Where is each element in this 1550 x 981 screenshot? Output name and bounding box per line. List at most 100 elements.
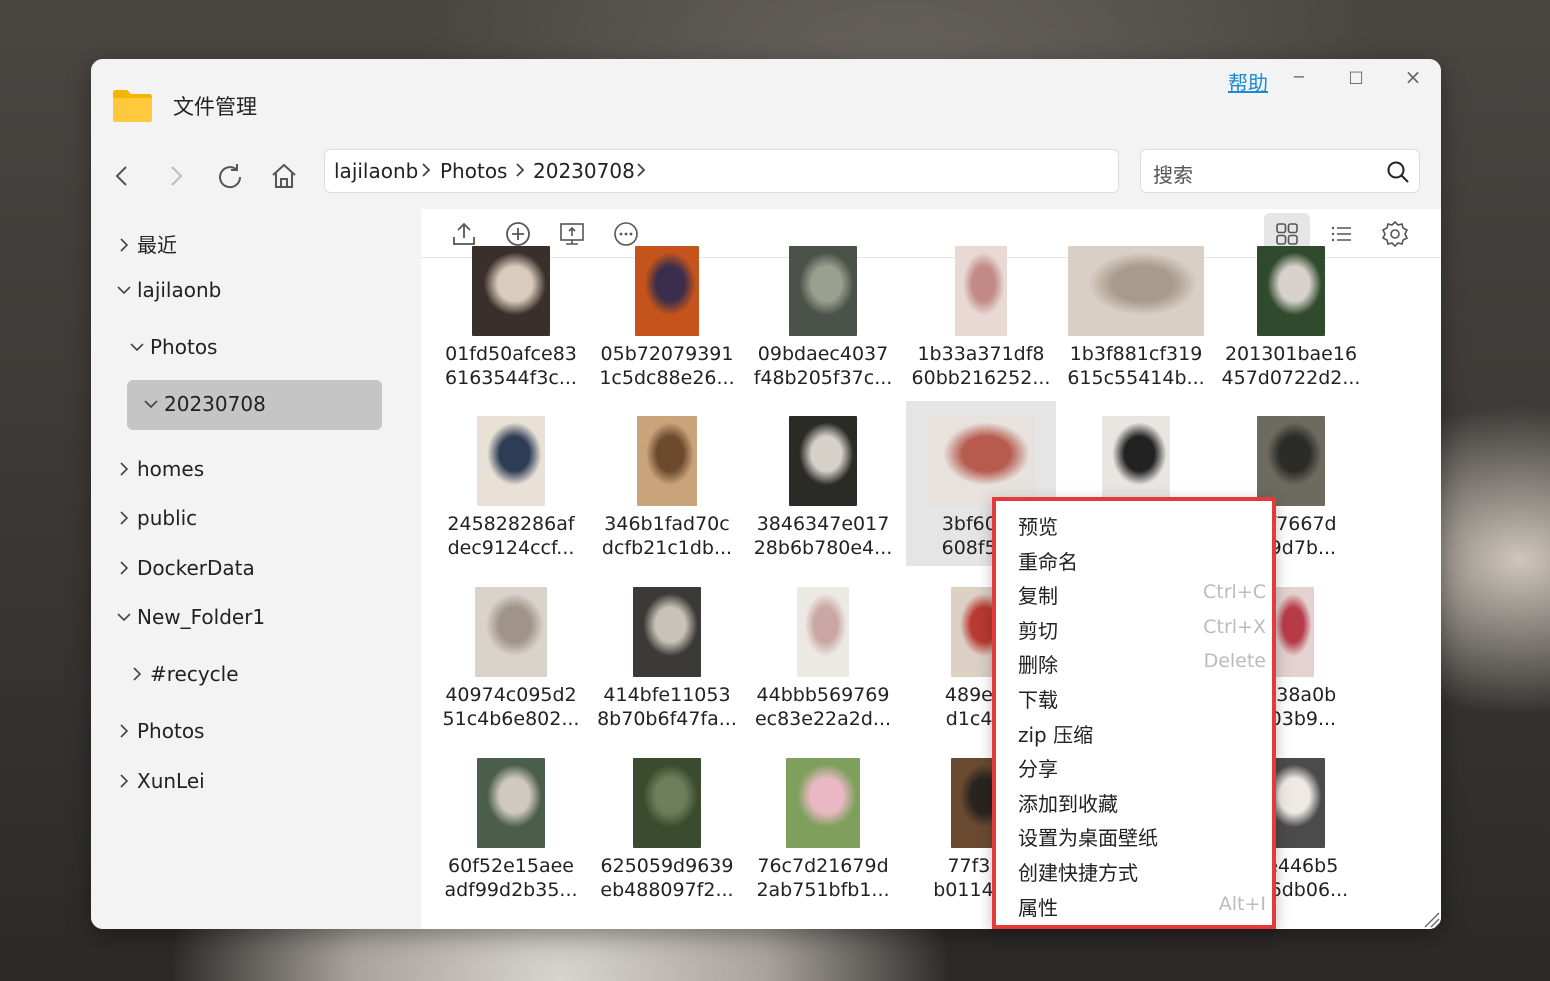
sidebar-item-new-folder1[interactable]: New_Folder1 bbox=[115, 605, 265, 629]
file-name: 09bdaec4037 f48b205f37c... bbox=[748, 342, 898, 390]
file-name: 01fd50afce83 6163544f3c... bbox=[436, 342, 586, 390]
file-name-line: 01fd50afce83 bbox=[445, 343, 577, 365]
context-menu-label: zip 压缩 bbox=[1018, 722, 1094, 747]
file-tile[interactable]: 625059d9639 eb488097f2... bbox=[592, 743, 742, 908]
window-title: 文件管理 bbox=[173, 95, 257, 119]
file-tile[interactable]: 40974c095d2 51c4b6e802... bbox=[436, 572, 586, 737]
file-name-line: 09bdaec4037 bbox=[757, 343, 889, 365]
sidebar-item-photos[interactable]: Photos bbox=[128, 335, 217, 359]
context-menu-item[interactable]: 删除 Delete bbox=[996, 647, 1272, 679]
context-menu-item[interactable]: 复制 Ctrl+C bbox=[996, 578, 1272, 610]
file-name: 05b72079391 1c5dc88e26... bbox=[592, 342, 742, 390]
resize-grip-icon[interactable] bbox=[1419, 907, 1441, 929]
context-menu-item[interactable]: 创建快捷方式 bbox=[996, 855, 1272, 887]
context-menu-item[interactable]: 下载 bbox=[996, 682, 1272, 714]
file-tile[interactable]: 3846347e017 28b6b780e4... bbox=[748, 401, 898, 566]
navigation-bar: lajilaonb Photos 20230708 搜索 bbox=[91, 147, 1441, 210]
sidebar-item-label: homes bbox=[137, 457, 205, 481]
file-name-line: ec83e22a2d... bbox=[754, 708, 892, 730]
file-name: 625059d9639 eb488097f2... bbox=[592, 854, 742, 902]
context-menu-label: 添加到收藏 bbox=[1018, 791, 1118, 816]
maximize-button[interactable]: □ bbox=[1341, 65, 1371, 89]
refresh-icon[interactable] bbox=[213, 159, 247, 193]
image-thumbnail bbox=[477, 758, 545, 848]
help-link[interactable]: 帮助 bbox=[1228, 67, 1268, 96]
file-tile[interactable]: 1b33a371df8 60bb216252... bbox=[906, 231, 1056, 396]
context-menu-shortcut: Ctrl+X bbox=[1203, 615, 1266, 638]
sidebar-item-recycle[interactable]: #recycle bbox=[128, 662, 239, 686]
context-menu-item[interactable]: 重命名 bbox=[996, 544, 1272, 576]
file-name: 76c7d21679d 2ab751bfb1... bbox=[748, 854, 898, 902]
context-menu-label: 复制 bbox=[1018, 584, 1058, 609]
sidebar-item-label: Photos bbox=[150, 335, 218, 359]
file-name: 1b3f881cf319 615c55414b... bbox=[1061, 342, 1211, 390]
breadcrumb-item[interactable]: lajilaonb bbox=[334, 159, 418, 183]
breadcrumb-item[interactable]: Photos bbox=[440, 159, 507, 183]
image-thumbnail bbox=[1068, 246, 1204, 336]
image-thumbnail bbox=[797, 587, 849, 677]
file-tile[interactable]: 09bdaec4037 f48b205f37c... bbox=[748, 231, 898, 396]
file-name-line: 615c55414b... bbox=[1067, 367, 1205, 389]
file-tile[interactable]: 05b72079391 1c5dc88e26... bbox=[592, 231, 742, 396]
sidebar-item-dockerdata[interactable]: DockerData bbox=[115, 556, 255, 580]
chevron-right-icon[interactable] bbox=[634, 160, 648, 180]
file-name-line: 201301bae16 bbox=[1224, 343, 1358, 365]
file-tile[interactable]: 346b1fad70c dcfb21c1db... bbox=[592, 401, 742, 566]
context-menu-item[interactable]: zip 压缩 bbox=[996, 717, 1272, 749]
file-name-line: eb488097f2... bbox=[600, 879, 734, 901]
context-menu-item[interactable]: 添加到收藏 bbox=[996, 786, 1272, 818]
file-tile[interactable]: 76c7d21679d 2ab751bfb1... bbox=[748, 743, 898, 908]
file-name-line: 457d0722d2... bbox=[1221, 367, 1361, 389]
image-thumbnail bbox=[786, 758, 860, 848]
title-bar: 文件管理 帮助 − □ × bbox=[91, 59, 1441, 147]
chevron-down-icon bbox=[117, 286, 131, 295]
chevron-right-icon bbox=[422, 163, 431, 177]
context-menu-item[interactable]: 预览 bbox=[996, 509, 1272, 541]
image-thumbnail bbox=[637, 416, 697, 506]
context-menu-item[interactable]: 设置为桌面壁纸 bbox=[996, 820, 1272, 852]
close-button[interactable]: × bbox=[1398, 65, 1428, 89]
sidebar-item-20230708[interactable]: 20230708 bbox=[142, 392, 266, 416]
context-menu-item[interactable]: 属性 Alt+I bbox=[996, 890, 1272, 922]
sidebar-item-public[interactable]: public bbox=[115, 506, 197, 530]
file-tile[interactable]: 60f52e15aee adf99d2b35... bbox=[436, 743, 586, 908]
chevron-right-icon bbox=[120, 511, 129, 525]
file-tile[interactable]: 1b3f881cf319 615c55414b... bbox=[1061, 231, 1211, 396]
sidebar-item-homes[interactable]: homes bbox=[115, 457, 204, 481]
sidebar-item-recent[interactable]: 最近 bbox=[115, 229, 177, 258]
file-tile[interactable]: 01fd50afce83 6163544f3c... bbox=[436, 231, 586, 396]
chevron-right-icon bbox=[516, 163, 525, 177]
file-name: 44bbb569769 ec83e22a2d... bbox=[748, 683, 898, 731]
sidebar-item-label: 20230708 bbox=[164, 392, 266, 416]
file-tile[interactable]: 201301bae16 457d0722d2... bbox=[1216, 231, 1366, 396]
file-tile[interactable]: 44bbb569769 ec83e22a2d... bbox=[748, 572, 898, 737]
breadcrumb-item[interactable]: 20230708 bbox=[533, 159, 635, 183]
file-tile[interactable]: 245828286af dec9124ccf... bbox=[436, 401, 586, 566]
file-name-line: 51c4b6e802... bbox=[442, 708, 580, 730]
file-area: 01fd50afce83 6163544f3c... 05b72079391 1c5d… bbox=[421, 209, 1441, 929]
file-name-line: 60f52e15aee bbox=[448, 855, 574, 877]
home-icon[interactable] bbox=[267, 159, 301, 193]
context-menu-label: 设置为桌面壁纸 bbox=[1018, 826, 1158, 851]
sidebar-item-photos-root[interactable]: Photos bbox=[115, 719, 204, 743]
search-input[interactable]: 搜索 bbox=[1140, 149, 1420, 193]
context-menu-item[interactable]: 分享 bbox=[996, 751, 1272, 783]
settings-icon[interactable] bbox=[1380, 219, 1410, 249]
sidebar-item-lajilaonb[interactable]: lajilaonb bbox=[115, 278, 221, 302]
minimize-button[interactable]: − bbox=[1284, 65, 1314, 89]
file-name: 1b33a371df8 60bb216252... bbox=[906, 342, 1056, 390]
sidebar-item-label: Photos bbox=[137, 719, 205, 743]
image-thumbnail bbox=[1257, 416, 1325, 506]
file-tile[interactable]: 414bfe11053 8b70b6f47fa... bbox=[592, 572, 742, 737]
context-menu-item[interactable]: 剪切 Ctrl+X bbox=[996, 613, 1272, 645]
sidebar-item-label: DockerData bbox=[137, 556, 255, 580]
forward-icon[interactable] bbox=[159, 159, 193, 193]
file-name-line: 625059d9639 bbox=[600, 855, 734, 877]
context-menu-label: 预览 bbox=[1018, 515, 1058, 539]
chevron-right-icon bbox=[120, 724, 129, 738]
file-name-line: 2ab751bfb1... bbox=[756, 879, 890, 901]
search-icon[interactable] bbox=[1386, 160, 1410, 184]
sidebar-item-xunlei[interactable]: XunLei bbox=[115, 769, 205, 793]
file-name-line: 8b70b6f47fa... bbox=[597, 708, 737, 730]
back-icon[interactable] bbox=[105, 159, 139, 193]
